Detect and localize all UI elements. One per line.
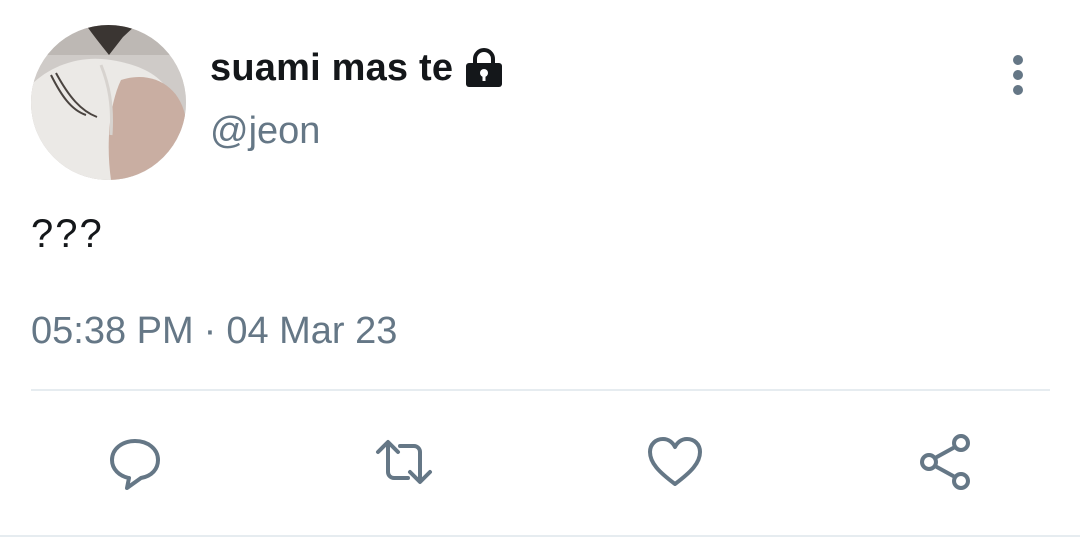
retweet-button[interactable] xyxy=(372,430,436,494)
bottom-divider xyxy=(0,535,1080,537)
avatar[interactable] xyxy=(31,25,186,180)
meta-separator: · xyxy=(203,310,217,352)
display-name[interactable]: suami mas te xyxy=(210,47,453,90)
avatar-photo xyxy=(31,25,186,180)
tweet-date: 04 Mar 23 xyxy=(226,310,398,352)
user-handle[interactable]: @jeon xyxy=(210,110,320,153)
tweet-card: suami mas te @jeon ??? 05:38 PM · 04 Mar 2… xyxy=(0,0,1080,555)
display-name-row[interactable]: suami mas te xyxy=(210,44,505,92)
tweet-timestamp[interactable]: 05:38 PM · 04 Mar 23 xyxy=(31,310,397,353)
speech-bubble-icon xyxy=(110,439,160,490)
like-button[interactable] xyxy=(643,430,707,494)
lock-icon xyxy=(463,47,505,89)
share-button[interactable] xyxy=(913,430,977,494)
retweet-icon xyxy=(376,440,432,484)
tweet-time: 05:38 PM xyxy=(31,310,194,352)
more-options-button[interactable] xyxy=(998,52,1038,100)
share-icon xyxy=(920,434,970,490)
vertical-dots-icon xyxy=(1013,55,1023,95)
divider xyxy=(31,389,1050,391)
tweet-text: ??? xyxy=(31,212,104,256)
reply-button[interactable] xyxy=(103,430,167,494)
heart-icon xyxy=(648,437,702,486)
